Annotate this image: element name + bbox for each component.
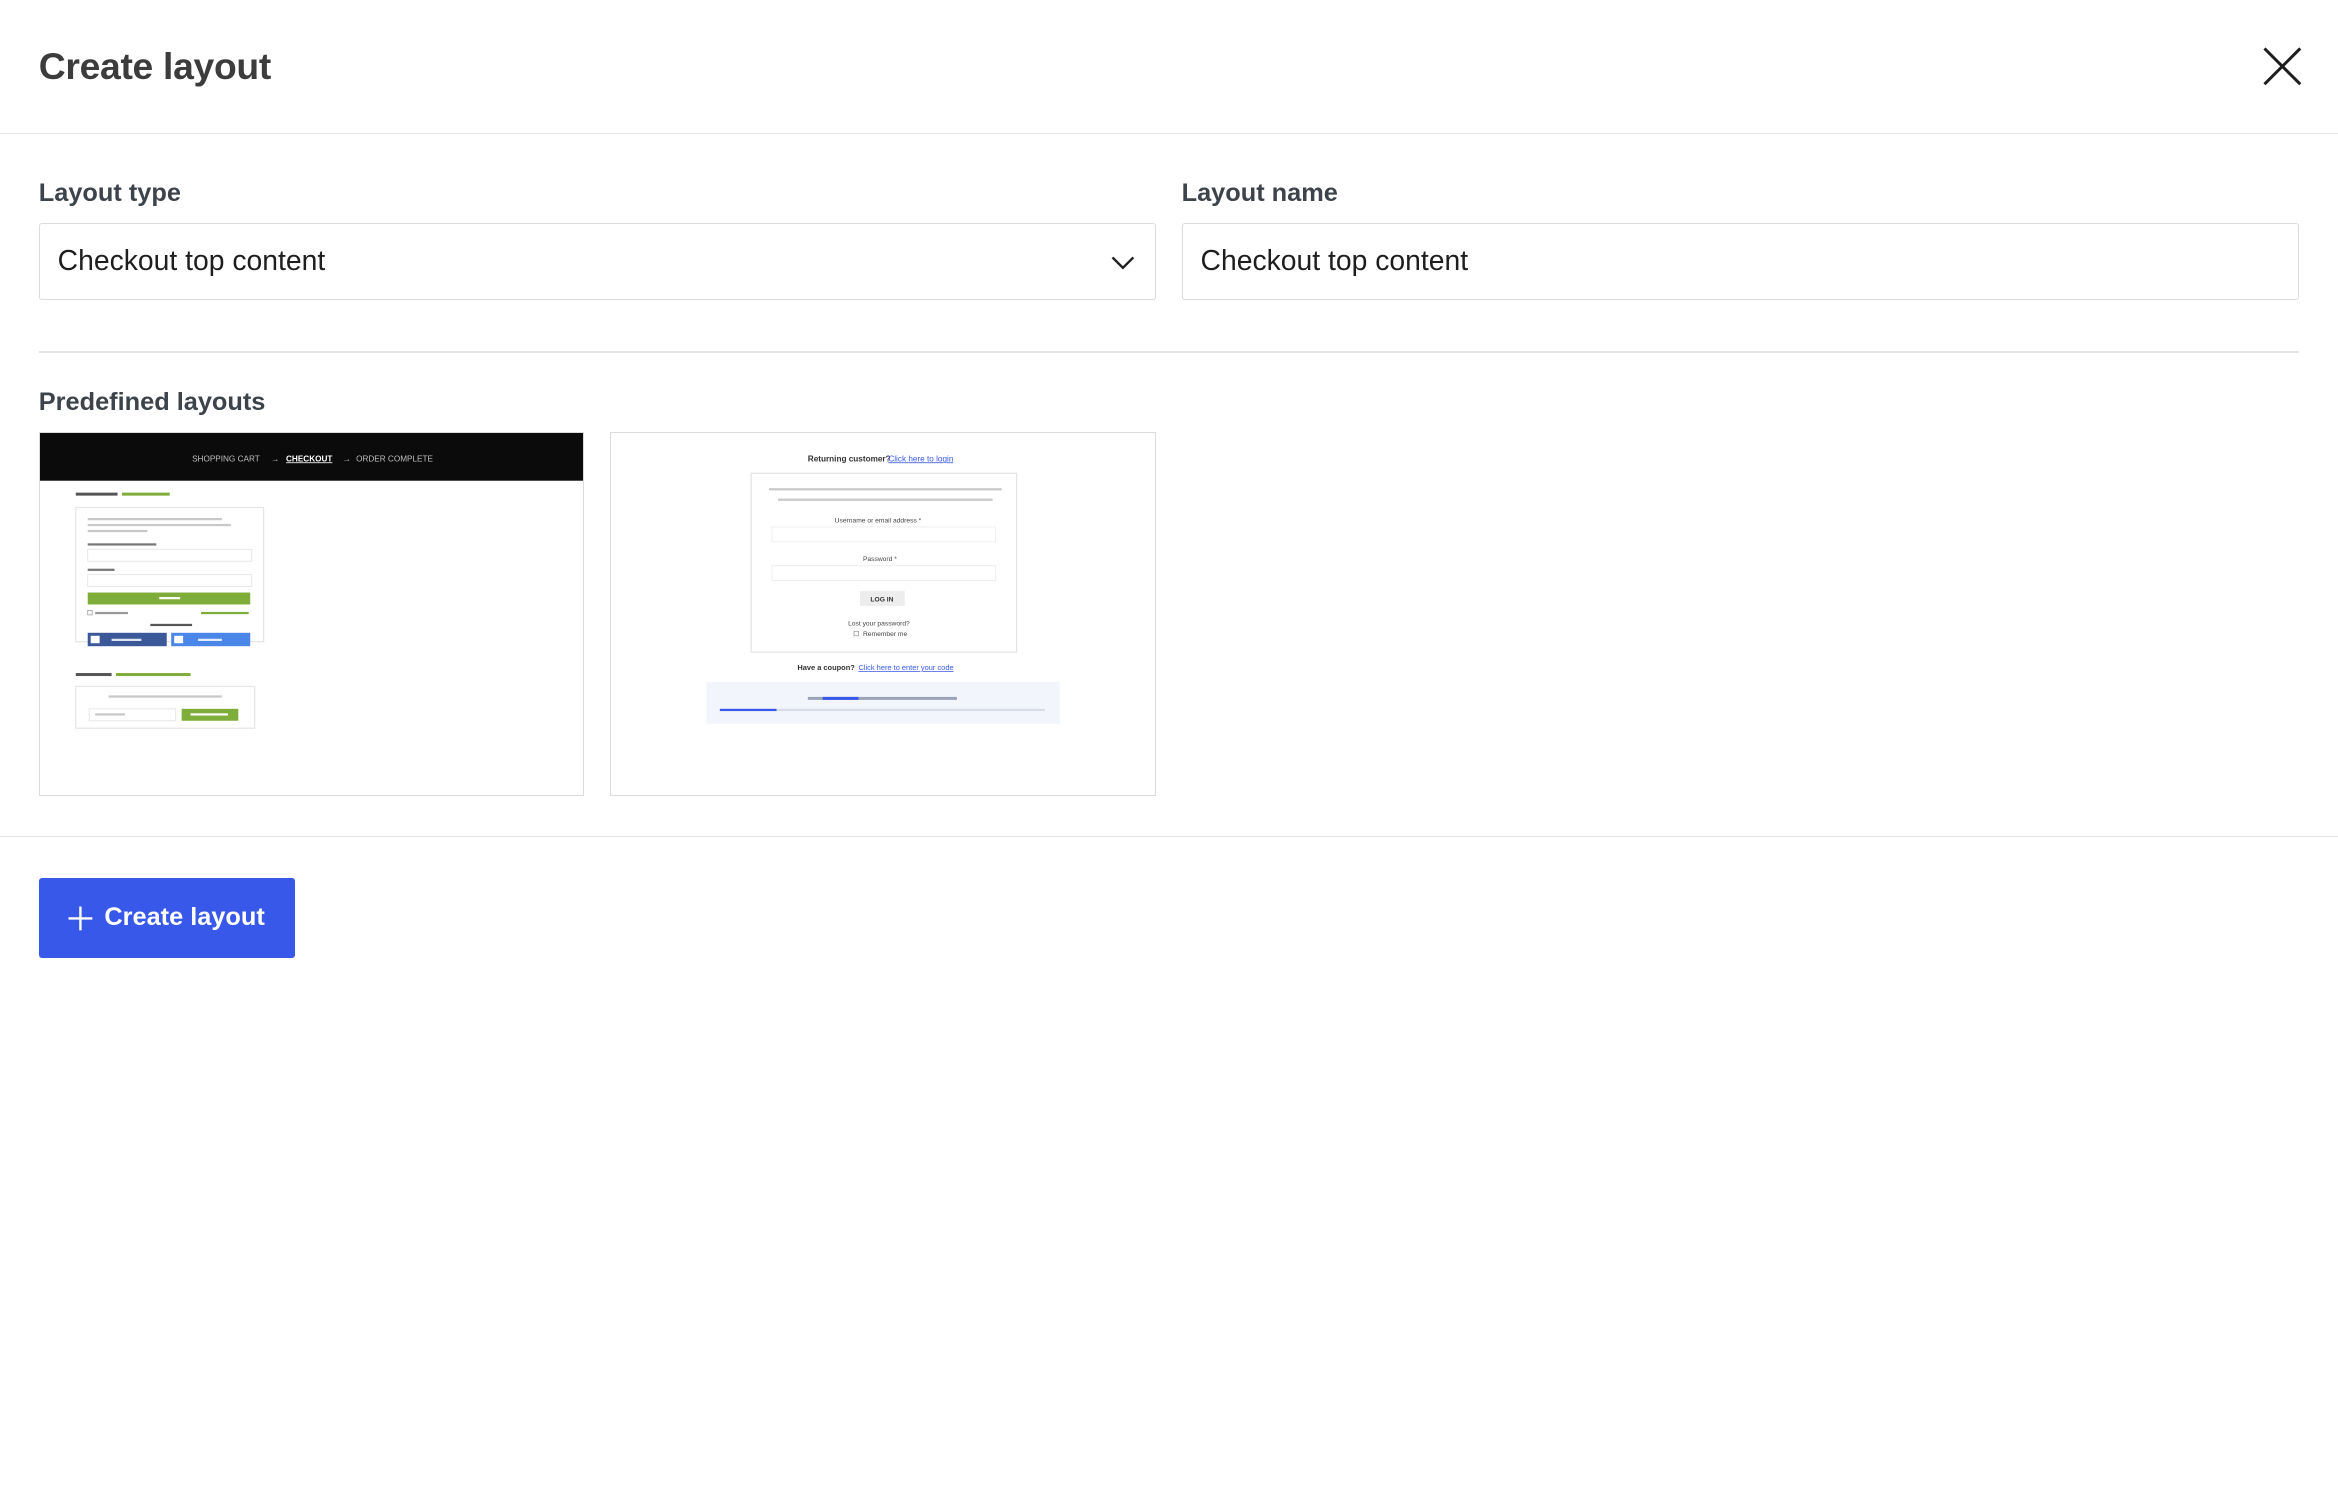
layout-type-value: Checkout top content [57, 245, 326, 278]
preview-have-coupon: Have a coupon? [797, 663, 855, 672]
predefined-layouts-label: Predefined layouts [38, 388, 266, 417]
preview-nav-checkout: CHECKOUT [286, 455, 332, 464]
layout-type-field: Layout type Checkout top content [38, 178, 1157, 301]
preview-login-link: Click here to login [888, 455, 954, 464]
layout-preview-2: Returning customer? Click here to login … [706, 455, 1060, 724]
preview-nav-arrow-2: → [342, 455, 350, 464]
preview-username-label: Username or email address * [834, 518, 921, 525]
section-divider [38, 351, 2300, 353]
predefined-layout-card-2[interactable]: Returning customer? Click here to login … [609, 432, 1156, 796]
plus-icon [67, 905, 94, 932]
layout-name-label: Layout name [1181, 178, 1338, 207]
predefined-layouts-list: SHOPPING CART → CHECKOUT → ORDER COMPLET… [38, 432, 2299, 796]
modal-header: Create layout [0, 0, 2338, 135]
layout-preview-1: SHOPPING CART → CHECKOUT → ORDER COMPLET… [39, 433, 584, 730]
chevron-down-icon [1111, 256, 1134, 270]
preview-nav-shopping-cart: SHOPPING CART [192, 455, 260, 464]
create-layout-modal: Create layout Layout type Checkout top c… [0, 0, 2338, 998]
predefined-layout-card-1[interactable]: SHOPPING CART → CHECKOUT → ORDER COMPLET… [38, 432, 585, 796]
layout-name-field: Layout name [1181, 178, 2300, 301]
preview-password-label: Password * [863, 556, 897, 563]
modal-body: Layout type Checkout top content Layout … [0, 134, 2338, 796]
preview-nav-order-complete: ORDER COMPLETE [356, 455, 433, 464]
close-icon [2263, 47, 2302, 86]
layout-type-label: Layout type [38, 178, 181, 207]
layout-type-select[interactable]: Checkout top content [38, 222, 1157, 301]
preview-remember-me: Remember me [863, 631, 908, 638]
preview-returning-customer: Returning customer? [808, 455, 891, 464]
create-layout-button[interactable]: Create layout [38, 877, 295, 959]
preview-lost-password: Lost your password? [848, 621, 910, 628]
preview-login-button: LOG IN [870, 597, 893, 604]
fields-row: Layout type Checkout top content Layout … [38, 178, 2300, 301]
modal-title: Create layout [38, 45, 272, 88]
preview-coupon-link: Click here to enter your code [858, 663, 953, 672]
modal-footer: Create layout [0, 836, 2338, 998]
preview-nav-arrow-1: → [271, 455, 279, 464]
close-button[interactable] [2257, 41, 2308, 92]
create-layout-button-label: Create layout [104, 903, 265, 932]
layout-name-input[interactable] [1181, 222, 2300, 301]
